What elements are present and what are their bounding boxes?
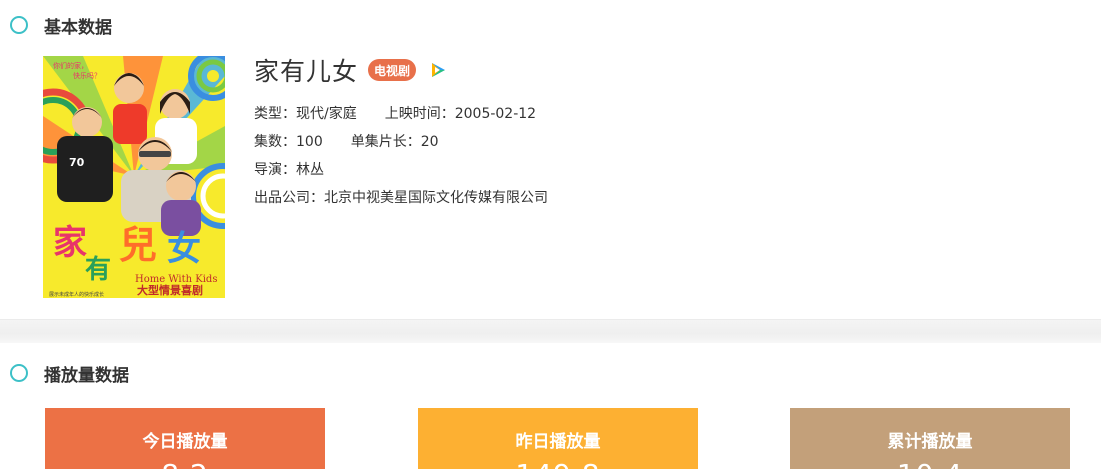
stat-card-total: 累计播放量 10.4 xyxy=(790,408,1070,469)
company-value: 北京中视美星国际文化传媒有限公司 xyxy=(324,190,548,206)
svg-text:你们的家，: 你们的家， xyxy=(53,61,88,70)
section-header-basic: 基本数据 xyxy=(10,15,112,38)
show-title: 家有儿女 xyxy=(254,57,359,86)
svg-text:展示未成年人的快乐成长: 展示未成年人的快乐成长 xyxy=(49,291,104,298)
info-line-genre-release: 类型：现代/家庭 上映时间：2005-02-12 xyxy=(254,103,536,123)
stat-label-total: 累计播放量 xyxy=(887,432,973,452)
tencent-video-icon[interactable] xyxy=(428,60,448,80)
genre-label: 类型： xyxy=(254,106,296,122)
company-label: 出品公司： xyxy=(254,190,324,206)
genre-value: 现代/家庭 xyxy=(296,106,357,122)
stat-card-yesterday: 昨日播放量 149.8 xyxy=(418,408,698,469)
episodes-label: 集数： xyxy=(254,134,296,150)
svg-text:大型情景喜剧: 大型情景喜剧 xyxy=(137,283,203,297)
circle-bullet-icon xyxy=(10,364,28,382)
show-poster: 你们的家， 快乐吗？ 70 家 有 兒 女 Home With Kids 大型情… xyxy=(43,56,225,298)
release-label: 上映时间： xyxy=(384,106,455,122)
type-badge: 电视剧 xyxy=(368,59,417,81)
stat-label-today: 今日播放量 xyxy=(142,432,228,452)
episode-length-value: 20 xyxy=(420,134,439,150)
episode-length-label: 单集片长： xyxy=(350,134,421,150)
info-line-company: 出品公司：北京中视美星国际文化传媒有限公司 xyxy=(254,187,548,207)
stat-label-yesterday: 昨日播放量 xyxy=(515,432,601,452)
section-title-play-count: 播放量数据 xyxy=(44,365,129,386)
director-value: 林丛 xyxy=(296,162,324,178)
svg-text:有: 有 xyxy=(85,255,111,285)
stat-value-yesterday: 149.8 xyxy=(418,458,698,469)
section-title-basic: 基本数据 xyxy=(44,17,112,38)
release-value: 2005-02-12 xyxy=(454,106,537,122)
section-header-play-count: 播放量数据 xyxy=(10,363,129,386)
svg-text:兒: 兒 xyxy=(119,222,157,267)
stat-card-today: 今日播放量 8.2 xyxy=(45,408,325,469)
stat-value-today: 8.2 xyxy=(45,458,325,469)
episodes-value: 100 xyxy=(296,134,323,150)
show-title-row: 家有儿女 电视剧 xyxy=(254,54,448,86)
circle-bullet-icon xyxy=(10,16,28,34)
section-divider xyxy=(0,319,1101,343)
director-label: 导演： xyxy=(254,162,296,178)
svg-text:快乐吗？: 快乐吗？ xyxy=(73,71,101,80)
svg-text:70: 70 xyxy=(69,156,85,169)
svg-text:家: 家 xyxy=(53,223,87,263)
info-line-director: 导演：林丛 xyxy=(254,159,324,179)
stat-value-total: 10.4 xyxy=(790,458,1070,469)
svg-text:女: 女 xyxy=(167,229,201,269)
info-line-episodes: 集数：100 单集片长：20 xyxy=(254,131,439,151)
